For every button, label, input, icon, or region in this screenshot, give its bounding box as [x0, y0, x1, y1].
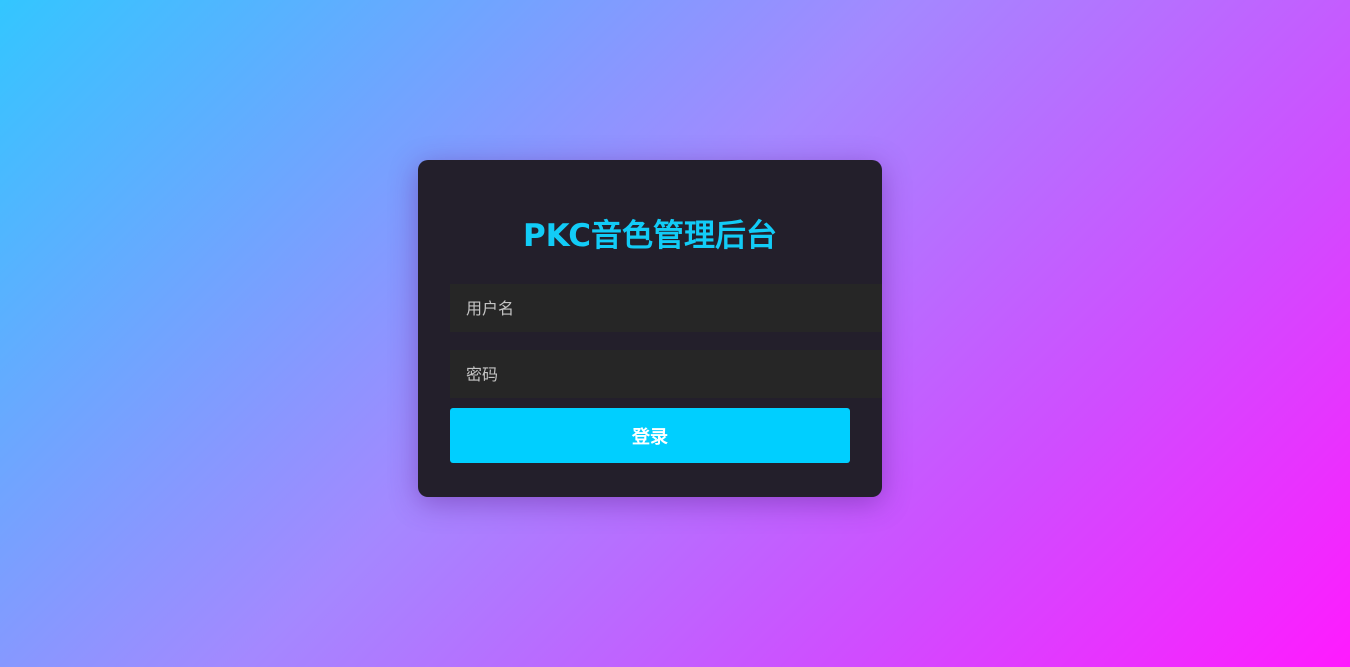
login-button[interactable]: 登录 [450, 408, 850, 463]
login-title: PKC音色管理后台 [522, 218, 778, 254]
username-input[interactable] [450, 284, 882, 332]
password-input[interactable] [450, 350, 882, 398]
login-card: PKC音色管理后台 登录 [418, 160, 882, 497]
